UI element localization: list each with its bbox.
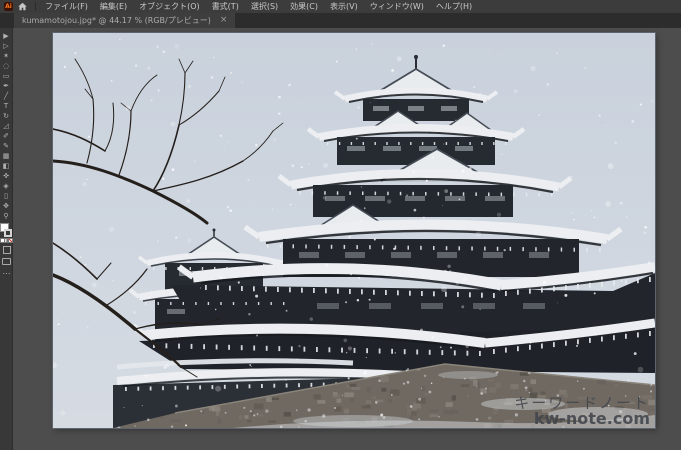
castle-photo-illustration (53, 33, 655, 428)
lasso-tool[interactable]: ◌ (0, 61, 13, 71)
color-button[interactable] (1, 239, 4, 242)
pencil-tool[interactable]: ✎ (0, 141, 13, 151)
home-icon[interactable] (17, 2, 27, 12)
zoom-tool[interactable]: ⚲ (0, 211, 13, 221)
menu-object[interactable]: オブジェクト(O) (133, 1, 206, 12)
hand-tool[interactable]: ✥ (0, 201, 13, 211)
document-tab[interactable]: kumamotojou.jpg* @ 44.17 % (RGB/プレビュー) × (14, 13, 235, 28)
scale-tool[interactable]: ◿ (0, 121, 13, 131)
fill-stroke-swatches[interactable] (1, 224, 12, 237)
menu-window[interactable]: ウィンドウ(W) (364, 1, 430, 12)
menu-effect[interactable]: 効果(C) (284, 1, 324, 12)
drawing-mode-icon[interactable] (3, 246, 11, 254)
selection-tool[interactable]: ▶ (0, 31, 13, 41)
gradient-button[interactable] (5, 239, 8, 242)
gradient-tool[interactable]: ◧ (0, 161, 13, 171)
rotate-tool[interactable]: ↻ (0, 111, 13, 121)
mesh-tool[interactable]: ▦ (0, 151, 13, 161)
menu-bar: Ai ファイル(F) 編集(E) オブジェクト(O) 書式(T) 選択(S) 効… (0, 0, 681, 13)
pen-tool[interactable]: ✒ (0, 81, 13, 91)
direct-selection-tool[interactable]: ▷ (0, 41, 13, 51)
illustrator-window: Ai ファイル(F) 編集(E) オブジェクト(O) 書式(T) 選択(S) 効… (0, 0, 681, 450)
magic-wand-tool[interactable]: ✶ (0, 51, 13, 61)
line-segment-tool[interactable]: ╱ (0, 91, 13, 101)
eyedropper-tool[interactable]: ✜ (0, 171, 13, 181)
color-type-row (1, 239, 12, 242)
none-button[interactable] (9, 239, 12, 242)
menu-edit[interactable]: 編集(E) (94, 1, 133, 12)
document-image[interactable]: キーワードノート kw-note.com (53, 33, 655, 428)
watermark: キーワードノート kw-note.com (514, 396, 650, 427)
screen-mode-icon[interactable] (2, 258, 11, 265)
rectangle-tool[interactable]: ▭ (0, 71, 13, 81)
stroke-color-swatch[interactable] (4, 229, 12, 237)
type-tool[interactable]: T (0, 101, 13, 111)
document-tab-bar: kumamotojou.jpg* @ 44.17 % (RGB/プレビュー) × (0, 13, 681, 28)
menu-separator (35, 2, 36, 11)
menu-file[interactable]: ファイル(F) (39, 1, 94, 12)
artboard-tool[interactable]: ▯ (0, 191, 13, 201)
paintbrush-tool[interactable]: ✐ (0, 131, 13, 141)
illustrator-app-icon[interactable]: Ai (4, 2, 13, 11)
tab-close-icon[interactable]: × (220, 16, 228, 25)
watermark-url: kw-note.com (514, 411, 650, 427)
menu-view[interactable]: 表示(V) (324, 1, 364, 12)
menu-select[interactable]: 選択(S) (245, 1, 284, 12)
menu-help[interactable]: ヘルプ(H) (430, 1, 478, 12)
menu-type[interactable]: 書式(T) (206, 1, 245, 12)
document-tab-title: kumamotojou.jpg* @ 44.17 % (RGB/プレビュー) (22, 15, 211, 26)
blend-tool[interactable]: ◈ (0, 181, 13, 191)
edit-toolbar-icon[interactable]: … (3, 269, 11, 275)
menu-items: ファイル(F) 編集(E) オブジェクト(O) 書式(T) 選択(S) 効果(C… (39, 1, 478, 12)
canvas-pasteboard[interactable]: キーワードノート kw-note.com (13, 28, 681, 450)
